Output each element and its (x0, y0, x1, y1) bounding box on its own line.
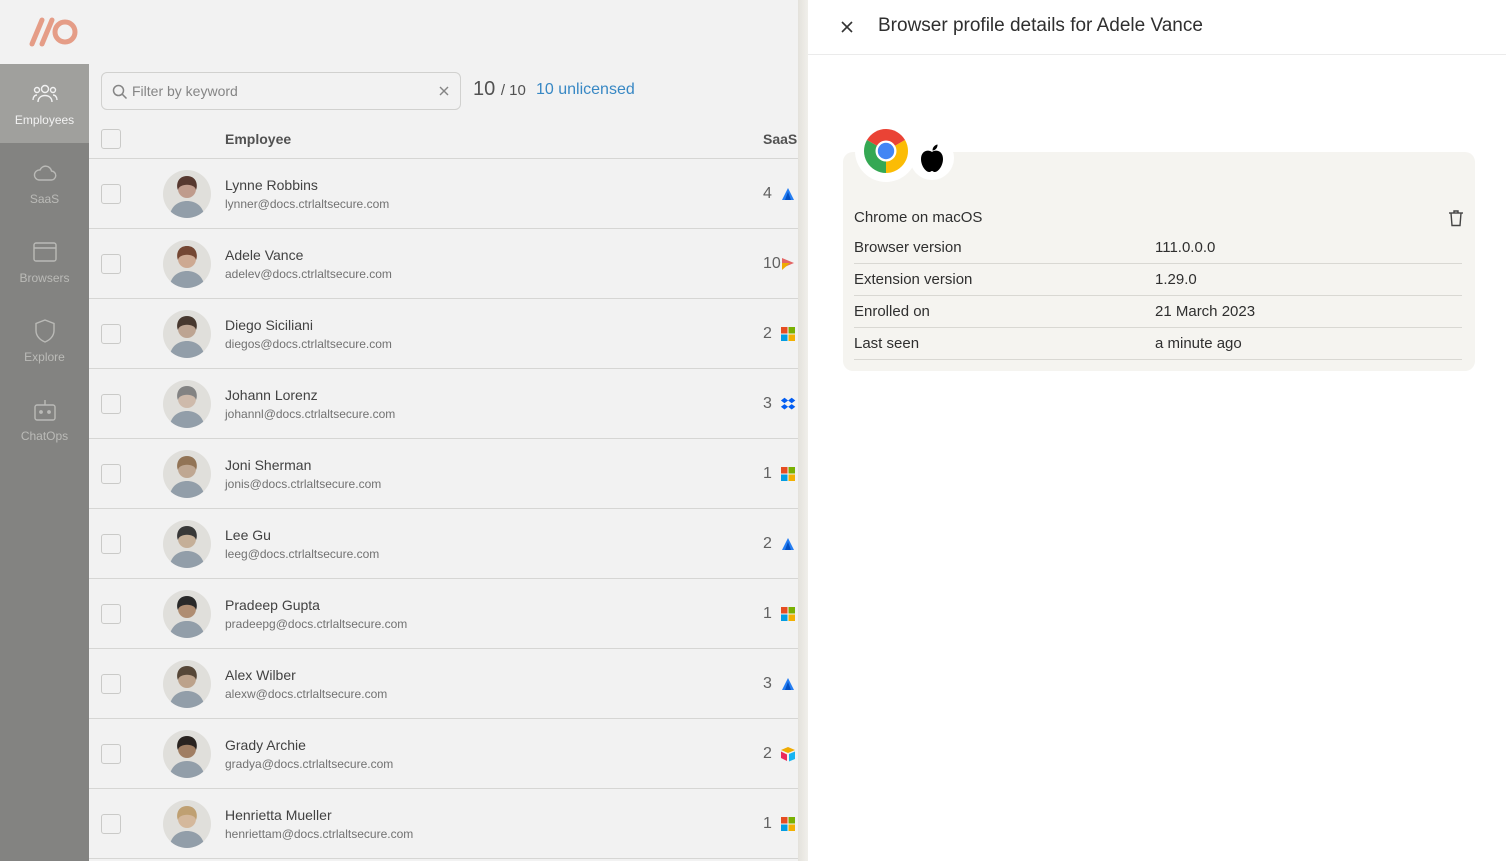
profile-name: Chrome on macOS (854, 209, 983, 226)
panel-header: Browser profile details for Adele Vance (808, 0, 1506, 55)
apple-icon (921, 144, 943, 172)
detail-label: Browser version (854, 239, 962, 256)
profile-detail-row: Browser version 111.0.0.0 (854, 232, 1462, 264)
os-badge (910, 136, 954, 180)
detail-label: Extension version (854, 271, 973, 288)
close-button[interactable] (836, 16, 858, 38)
detail-value: 111.0.0.0 (1155, 239, 1216, 256)
browser-badge (855, 120, 917, 182)
trash-icon[interactable] (1448, 209, 1464, 227)
modal-backdrop[interactable] (0, 0, 800, 861)
panel-title: Browser profile details for Adele Vance (878, 15, 1203, 36)
profile-detail-row: Last seen a minute ago (854, 328, 1462, 360)
profile-detail-row: Extension version 1.29.0 (854, 264, 1462, 296)
detail-label: Enrolled on (854, 303, 930, 320)
profile-detail-row: Enrolled on 21 March 2023 (854, 296, 1462, 328)
chrome-icon (864, 129, 908, 173)
browser-profile-panel: Browser profile details for Adele Vance … (808, 0, 1506, 861)
detail-value: 1.29.0 (1155, 271, 1197, 288)
detail-value: a minute ago (1155, 335, 1242, 352)
detail-label: Last seen (854, 335, 920, 352)
detail-value: 21 March 2023 (1155, 303, 1256, 320)
close-icon (841, 21, 853, 33)
